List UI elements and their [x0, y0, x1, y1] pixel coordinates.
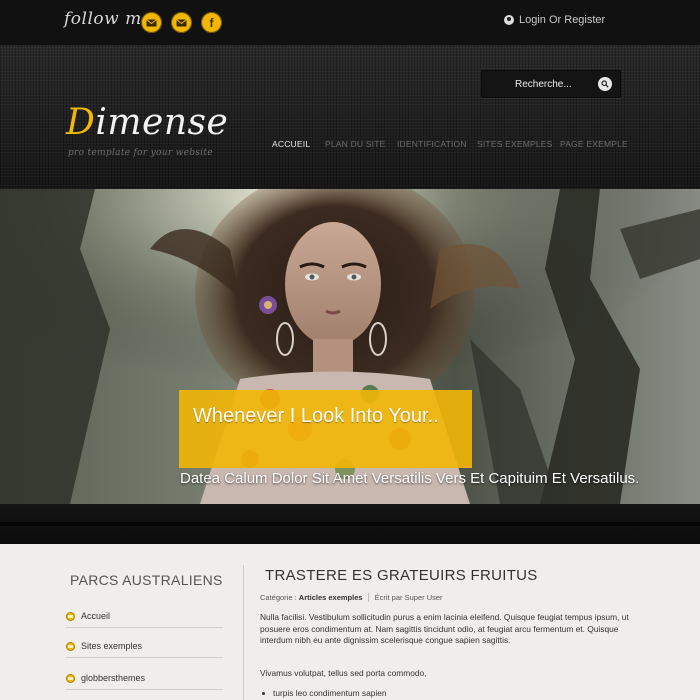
sidebar-item-label: Sites exemples — [81, 641, 143, 651]
sidebar-item-label: Accueil — [81, 611, 111, 621]
article-author: Écrit par Super User — [375, 593, 448, 602]
slide-caption-title[interactable]: Whenever I Look Into Your.. — [193, 403, 463, 429]
search-icon — [601, 80, 609, 88]
sidebar-item-sites-exemples[interactable]: Sites exemples — [66, 635, 223, 658]
hero-bottom-bar — [0, 504, 700, 544]
main-nav: ACCUEIL PLAN DU SITE IDENTIFICATION SITE… — [0, 139, 700, 153]
bullet-icon — [66, 611, 75, 621]
nav-item-sites-exemples[interactable]: SITES EXEMPLES — [477, 139, 553, 149]
article-category: Catégorie : Articles exemples — [260, 593, 369, 602]
column-divider — [243, 565, 244, 700]
nav-item-page-exemple[interactable]: PAGE EXEMPLE — [560, 139, 628, 149]
sidebar-title: PARCS AUSTRALIENS — [70, 572, 223, 588]
search-input[interactable] — [487, 74, 587, 94]
user-icon — [504, 15, 514, 25]
login-register-link[interactable]: Login Or Register — [504, 14, 605, 26]
article-paragraph: Vivamus volutpat, tellus sed porta commo… — [260, 668, 427, 678]
facebook-icon[interactable]: f — [201, 12, 222, 33]
site-logo[interactable]: Dimense — [66, 105, 228, 141]
mail-icon[interactable] — [141, 12, 162, 33]
list-item-text: turpis leo condimentum sapien — [273, 688, 387, 698]
author-name: Super User — [404, 593, 443, 602]
login-label: Login Or Register — [519, 14, 606, 26]
sidebar-item-label: globbersthemes — [81, 673, 146, 683]
bullet-icon — [66, 673, 75, 683]
facebook-glyph: f — [209, 15, 214, 30]
article-meta: Catégorie : Articles exemples Écrit par … — [260, 593, 448, 602]
sidebar-item-accueil[interactable]: Accueil — [66, 605, 223, 628]
bullet-icon — [262, 691, 265, 695]
sidebar-item-globbersthemes[interactable]: globbersthemes — [66, 667, 223, 690]
nav-item-accueil[interactable]: ACCUEIL — [272, 139, 310, 149]
bullet-icon — [66, 641, 75, 651]
search-button[interactable] — [598, 77, 612, 91]
nav-item-plan-du-site[interactable]: PLAN DU SITE — [325, 139, 386, 149]
logo-text: imense — [95, 102, 229, 143]
list-item: turpis leo condimentum sapien — [262, 688, 387, 698]
category-label: Catégorie : — [260, 593, 299, 602]
category-link[interactable]: Articles exemples — [299, 593, 363, 602]
article-title[interactable]: TRASTERE ES GRATEUIRS FRUITUS — [265, 567, 538, 584]
nav-item-identification[interactable]: IDENTIFICATION — [397, 139, 467, 149]
top-bar: follow me: f Login Or Register — [0, 0, 700, 45]
logo-initial: D — [66, 102, 96, 143]
author-label: Écrit par — [374, 593, 405, 602]
slide-caption-subtitle: Datea Calum Dolor Sit Amet Versatilis Ve… — [180, 470, 640, 487]
slide-caption-box — [179, 390, 472, 468]
article-paragraph: Nulla facilisi. Vestibulum sollicitudin … — [260, 612, 629, 645]
mail-icon[interactable] — [171, 12, 192, 33]
search-box — [481, 70, 621, 98]
site-header: Dimense pro template for your website AC… — [0, 45, 700, 189]
